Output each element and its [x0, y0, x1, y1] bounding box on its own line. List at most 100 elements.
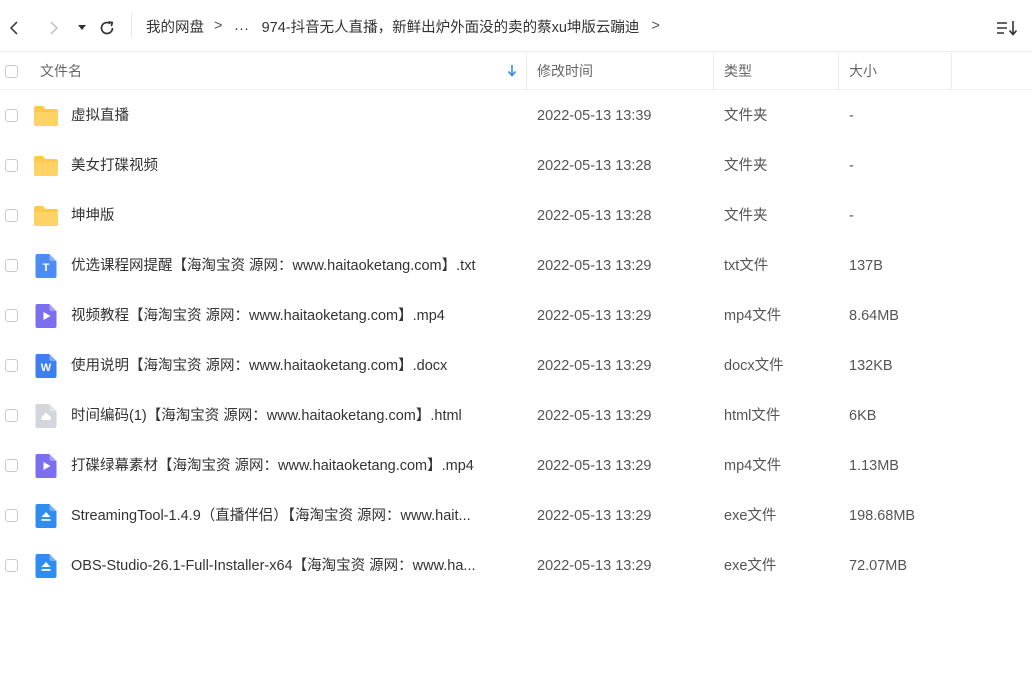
sort-order-button[interactable] — [995, 16, 1019, 40]
file-name[interactable]: 优选课程网提醒【海淘宝资 源网：www.haitaoketang.com】.tx… — [71, 241, 519, 291]
refresh-button[interactable] — [95, 16, 119, 40]
row-checkbox[interactable] — [5, 409, 18, 422]
file-size: - — [849, 208, 854, 224]
row-checkbox[interactable] — [5, 459, 18, 472]
chevron-left-icon — [9, 21, 18, 35]
file-name[interactable]: 打碟绿幕素材【海淘宝资 源网：www.haitaoketang.com】.mp4 — [71, 441, 519, 491]
file-type: exe文件 — [724, 558, 777, 574]
row-checkbox[interactable] — [5, 259, 18, 272]
row-checkbox[interactable] — [5, 509, 18, 522]
video-file-icon — [33, 454, 59, 478]
file-row[interactable]: W 使用说明【海淘宝资 源网：www.haitaoketang.com】.docx… — [0, 341, 1032, 391]
file-modified: 2022-05-13 13:29 — [537, 508, 652, 524]
header-type[interactable]: 类型 — [724, 53, 752, 89]
breadcrumb-separator: > — [651, 18, 660, 34]
breadcrumb-separator: > — [214, 18, 223, 34]
file-row[interactable]: OBS-Studio-26.1-Full-Installer-x64【海淘宝资 … — [0, 541, 1032, 591]
file-row[interactable]: 打碟绿幕素材【海淘宝资 源网：www.haitaoketang.com】.mp4… — [0, 441, 1032, 491]
file-name[interactable]: StreamingTool-1.4.9（直播伴侣）【海淘宝资 源网：www.ha… — [71, 491, 519, 541]
file-modified: 2022-05-13 13:29 — [537, 308, 652, 324]
refresh-icon — [100, 21, 114, 35]
row-checkbox[interactable] — [5, 209, 18, 222]
forward-button[interactable] — [41, 16, 65, 40]
header-name-label: 文件名 — [40, 63, 82, 79]
back-button[interactable] — [3, 16, 27, 40]
row-checkbox[interactable] — [5, 359, 18, 372]
folder-row[interactable]: 虚拟直播 2022-05-13 13:39 文件夹 - — [0, 91, 1032, 141]
file-size: 8.64MB — [849, 308, 899, 324]
row-checkbox[interactable] — [5, 559, 18, 572]
file-name[interactable]: 坤坤版 — [71, 191, 519, 241]
header-size[interactable]: 大小 — [849, 53, 877, 89]
svg-text:W: W — [41, 362, 52, 374]
file-modified: 2022-05-13 13:29 — [537, 358, 652, 374]
file-modified: 2022-05-13 13:29 — [537, 458, 652, 474]
select-all-checkbox[interactable] — [5, 64, 18, 78]
file-type: 文件夹 — [724, 208, 768, 224]
file-modified: 2022-05-13 13:28 — [537, 208, 652, 224]
file-list-header: 文件名 修改时间 类型 大小 — [0, 53, 1032, 90]
video-file-icon — [33, 304, 59, 328]
file-size: 137B — [849, 258, 883, 274]
caret-down-icon — [78, 25, 86, 30]
file-name[interactable]: OBS-Studio-26.1-Full-Installer-x64【海淘宝资 … — [71, 541, 519, 591]
sort-list-icon — [997, 21, 1018, 36]
file-size: - — [849, 108, 854, 124]
file-modified: 2022-05-13 13:39 — [537, 108, 652, 124]
breadcrumb-current[interactable]: 974-抖音无人直播，新鲜出炉外面没的卖的蔡xu坤版云蹦迪 — [262, 16, 640, 37]
folder-row[interactable]: 美女打碟视频 2022-05-13 13:28 文件夹 - — [0, 141, 1032, 191]
file-name[interactable]: 虚拟直播 — [71, 91, 519, 141]
file-size: 72.07MB — [849, 558, 908, 574]
select-all-cell — [5, 53, 18, 89]
sort-desc-arrow-icon — [506, 64, 518, 81]
history-dropdown-button[interactable] — [70, 16, 94, 40]
file-modified: 2022-05-13 13:28 — [537, 158, 652, 174]
folder-icon — [33, 104, 59, 128]
header-name[interactable]: 文件名 — [40, 53, 526, 89]
file-row[interactable]: 视频教程【海淘宝资 源网：www.haitaoketang.com】.mp4 20… — [0, 291, 1032, 341]
file-type: txt文件 — [724, 258, 769, 274]
exe-file-icon — [33, 554, 59, 578]
file-size: 132KB — [849, 358, 893, 374]
header-modified[interactable]: 修改时间 — [537, 53, 593, 89]
file-size: 198.68MB — [849, 508, 916, 524]
breadcrumb-root[interactable]: 我的网盘 — [146, 16, 204, 37]
folder-icon — [33, 154, 59, 178]
folder-row[interactable]: 坤坤版 2022-05-13 13:28 文件夹 - — [0, 191, 1032, 241]
file-type: mp4文件 — [724, 308, 782, 324]
header-modified-label: 修改时间 — [537, 63, 593, 79]
file-type: exe文件 — [724, 508, 777, 524]
file-name[interactable]: 视频教程【海淘宝资 源网：www.haitaoketang.com】.mp4 — [71, 291, 519, 341]
file-name[interactable]: 时间编码(1)【海淘宝资 源网：www.haitaoketang.com】.ht… — [71, 391, 519, 441]
file-type: mp4文件 — [724, 458, 782, 474]
file-row[interactable]: 时间编码(1)【海淘宝资 源网：www.haitaoketang.com】.ht… — [0, 391, 1032, 441]
file-size: 1.13MB — [849, 458, 899, 474]
file-type: 文件夹 — [724, 158, 768, 174]
toolbar: 我的网盘 > ... 974-抖音无人直播，新鲜出炉外面没的卖的蔡xu坤版云蹦迪… — [0, 0, 1032, 52]
toolbar-divider — [131, 14, 132, 38]
breadcrumb: 我的网盘 > ... 974-抖音无人直播，新鲜出炉外面没的卖的蔡xu坤版云蹦迪… — [146, 0, 672, 52]
exe-file-icon — [33, 504, 59, 528]
cloud-file-icon — [33, 404, 59, 428]
txt-file-icon: T — [33, 254, 59, 278]
row-checkbox[interactable] — [5, 109, 18, 122]
word-file-icon: W — [33, 354, 59, 378]
header-divider — [951, 53, 952, 89]
svg-text:T: T — [43, 262, 50, 274]
file-type: html文件 — [724, 408, 781, 424]
row-checkbox[interactable] — [5, 309, 18, 322]
header-divider — [713, 53, 714, 89]
row-checkbox[interactable] — [5, 159, 18, 172]
file-name[interactable]: 美女打碟视频 — [71, 141, 519, 191]
breadcrumb-ellipsis[interactable]: ... — [234, 18, 249, 34]
file-type: docx文件 — [724, 358, 784, 374]
header-divider — [526, 53, 527, 89]
chevron-right-icon — [50, 21, 59, 35]
file-size: - — [849, 158, 854, 174]
header-divider — [838, 53, 839, 89]
file-row[interactable]: StreamingTool-1.4.9（直播伴侣）【海淘宝资 源网：www.ha… — [0, 491, 1032, 541]
file-modified: 2022-05-13 13:29 — [537, 558, 652, 574]
file-name[interactable]: 使用说明【海淘宝资 源网：www.haitaoketang.com】.docx — [71, 341, 519, 391]
file-row[interactable]: T 优选课程网提醒【海淘宝资 源网：www.haitaoketang.com】.t… — [0, 241, 1032, 291]
file-modified: 2022-05-13 13:29 — [537, 258, 652, 274]
